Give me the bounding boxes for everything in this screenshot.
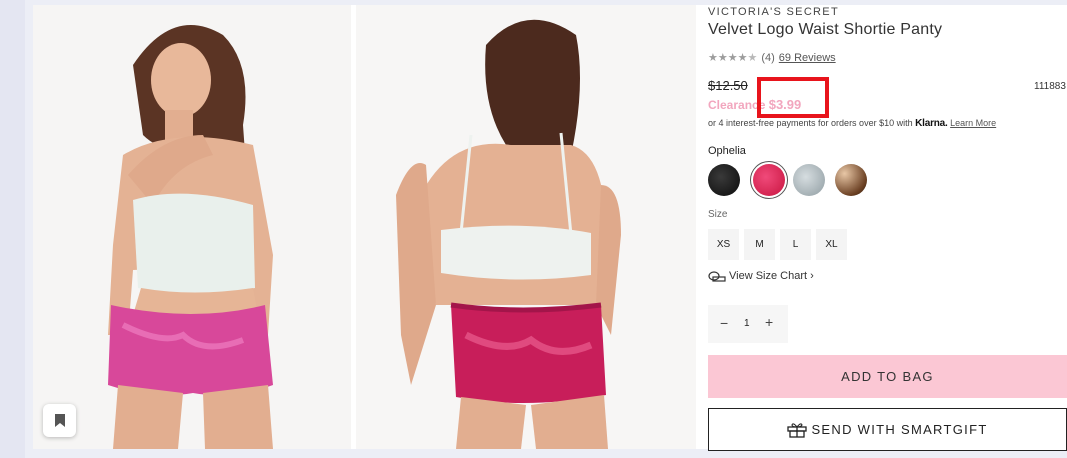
price-highlight-box [757, 77, 829, 118]
size-label: Size [708, 209, 728, 220]
klarna-line: or 4 interest-free payments for orders o… [708, 118, 996, 129]
product-sku: 111883 [1034, 81, 1066, 92]
left-sidebar [0, 0, 25, 458]
reviews-link[interactable]: 69 Reviews [779, 52, 836, 64]
original-price: $12.50 [708, 78, 748, 93]
color-name: Ophelia [708, 145, 746, 157]
size-chart-link[interactable]: View Size Chart › [708, 270, 814, 282]
quantity-decrease-button[interactable]: − [720, 315, 728, 331]
klarna-logo: Klarna. [915, 118, 948, 129]
swatch-silver[interactable] [793, 164, 825, 196]
model-back-illustration [356, 5, 696, 449]
bookmark-button[interactable] [43, 404, 76, 437]
product-image-back[interactable] [356, 5, 696, 449]
quantity-increase-button[interactable]: + [765, 314, 773, 330]
model-front-illustration [33, 5, 351, 449]
product-info-panel: VICTORIA'S SECRET Velvet Logo Waist Shor… [708, 0, 1067, 458]
star-rating-icon: ★★★★★ [708, 52, 758, 64]
size-option-xl[interactable]: XL [816, 229, 847, 260]
swatch-black[interactable] [708, 164, 740, 196]
add-to-bag-button[interactable]: ADD TO BAG [708, 355, 1067, 398]
rating-row: ★★★★★ (4) 69 Reviews [708, 51, 836, 65]
swatch-leopard[interactable] [835, 164, 867, 196]
gallery-gutter [25, 5, 33, 449]
rating-count: (4) [761, 51, 775, 64]
gift-icon [787, 422, 808, 438]
learn-more-link[interactable]: Learn More [950, 118, 996, 128]
bookmark-icon [54, 414, 65, 427]
size-option-m[interactable]: M [744, 229, 775, 260]
product-image-front[interactable] [33, 5, 351, 449]
size-option-xs[interactable]: XS [708, 229, 739, 260]
measuring-tape-icon [708, 270, 726, 282]
smartgift-label: SEND WITH SMARTGIFT [811, 422, 988, 437]
product-title: Velvet Logo Waist Shortie Panty [708, 21, 943, 38]
size-option-l[interactable]: L [780, 229, 811, 260]
swatch-pink[interactable] [753, 164, 785, 196]
klarna-text: or 4 interest-free payments for orders o… [708, 118, 913, 128]
send-with-smartgift-button[interactable]: SEND WITH SMARTGIFT [708, 408, 1067, 451]
quantity-stepper: − 1 + [708, 305, 788, 343]
chevron-right-icon: › [810, 270, 814, 282]
size-chart-label: View Size Chart [729, 270, 808, 282]
brand-name[interactable]: VICTORIA'S SECRET [708, 6, 839, 18]
quantity-value[interactable]: 1 [744, 318, 750, 329]
